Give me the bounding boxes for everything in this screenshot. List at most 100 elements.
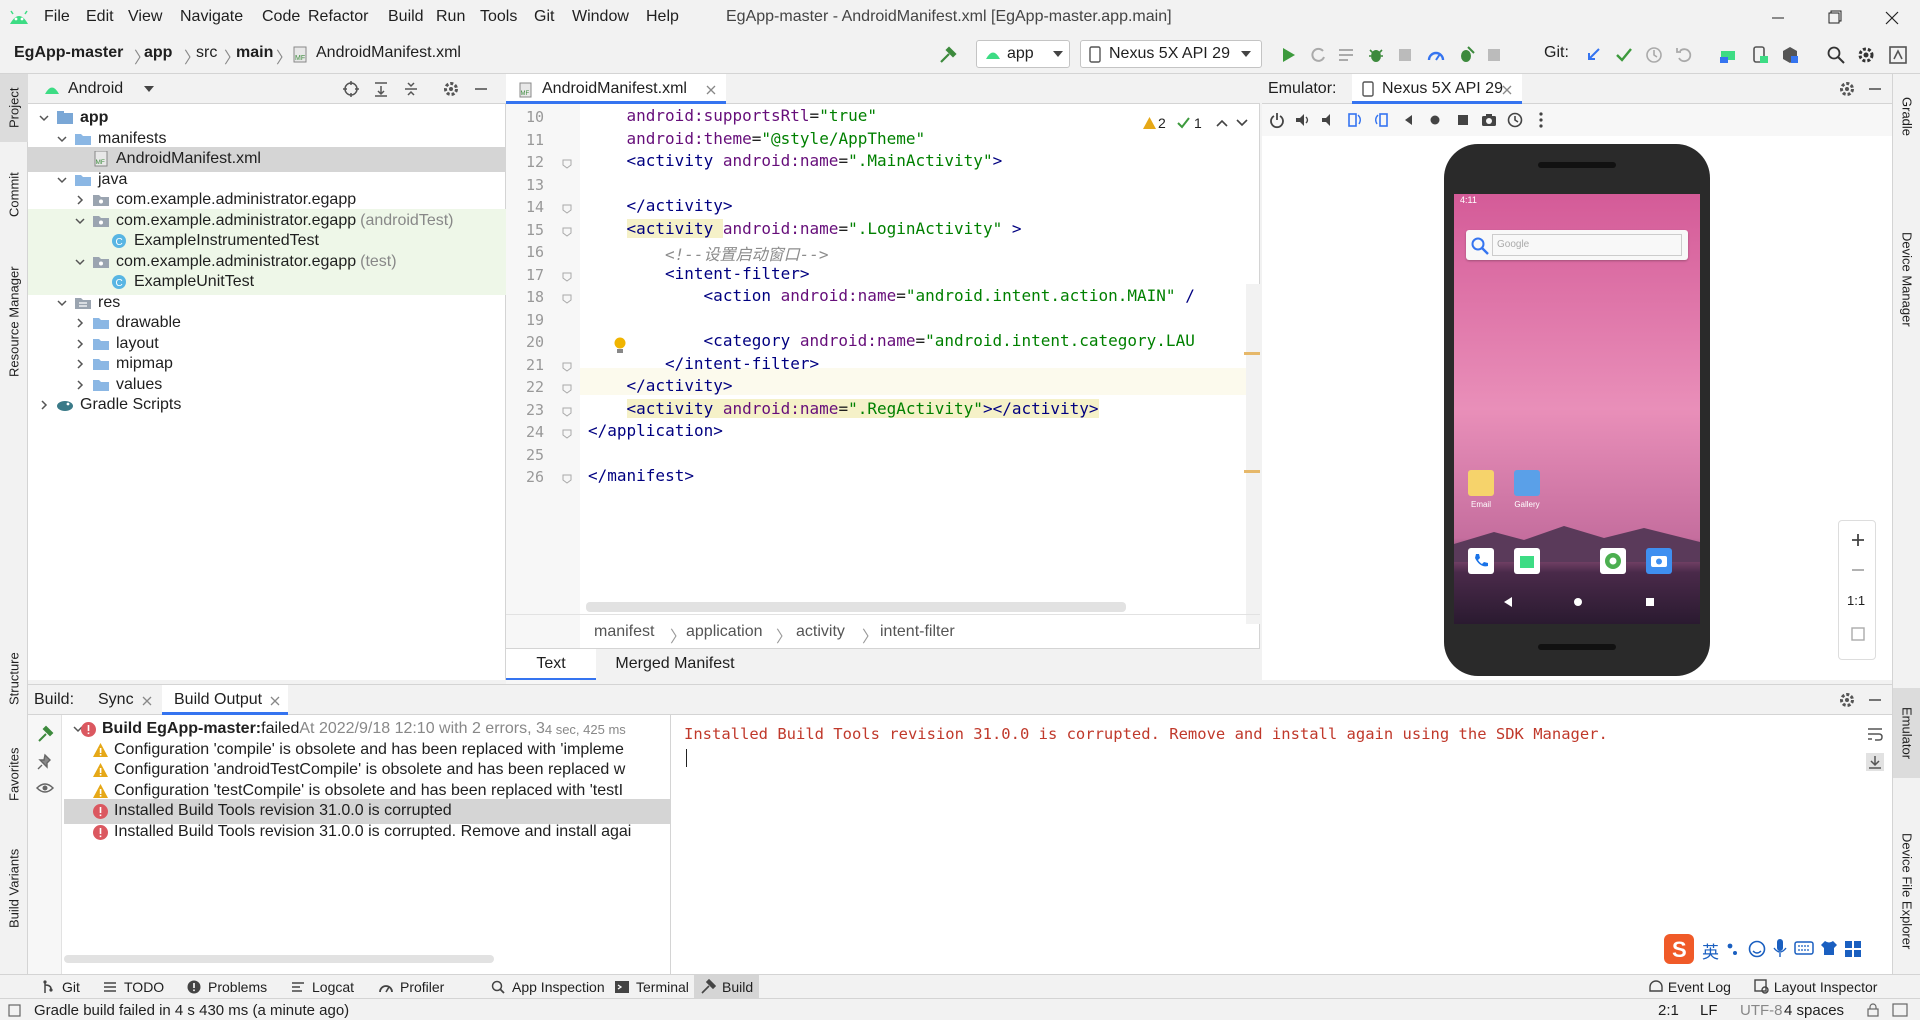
pin-icon[interactable]: [36, 753, 54, 771]
close-window-icon[interactable]: [1880, 6, 1904, 30]
horizontal-scrollbar[interactable]: [64, 955, 494, 963]
tree-row-gradle[interactable]: Gradle Scripts: [28, 393, 506, 418]
code-line[interactable]: <!--设置启动窗口-->: [665, 241, 828, 265]
breadcrumb-project[interactable]: EgApp-master: [14, 44, 123, 62]
lightbulb-icon[interactable]: [612, 336, 628, 356]
nav-home-icon[interactable]: [1572, 596, 1584, 608]
camera-app-icon[interactable]: [1646, 548, 1672, 574]
zoom-fit-icon[interactable]: [1849, 625, 1867, 643]
toggle-tool-windows-icon[interactable]: [8, 1004, 21, 1017]
chrome-app-icon[interactable]: [1600, 548, 1626, 574]
code-line[interactable]: <action android:name="android.intent.act…: [704, 286, 1195, 305]
maximize-icon[interactable]: [1822, 6, 1846, 30]
rotate-right-icon[interactable]: [1372, 111, 1390, 129]
tab-merged-manifest[interactable]: Merged Manifest: [600, 655, 750, 673]
tool-tab-build[interactable]: Build: [694, 975, 759, 998]
search-icon[interactable]: [1826, 45, 1846, 65]
chevron-down-icon[interactable]: [38, 112, 50, 124]
code-line[interactable]: </intent-filter>: [665, 354, 819, 373]
collapse-all-icon[interactable]: [402, 80, 420, 98]
back-icon[interactable]: [1400, 111, 1418, 129]
hide-panel-icon[interactable]: [472, 80, 490, 98]
phone-app-icon[interactable]: [1468, 548, 1494, 574]
zoom-in-icon[interactable]: [1849, 531, 1867, 549]
tool-tab-terminal[interactable]: Terminal: [614, 979, 689, 995]
build-hammer-icon[interactable]: [36, 725, 54, 743]
chevron-down-icon[interactable]: [56, 174, 68, 186]
zoom-out-icon[interactable]: [1849, 561, 1867, 579]
settings-gear-icon[interactable]: [442, 80, 460, 98]
soft-wrap-icon[interactable]: [1866, 725, 1884, 743]
sdk-manager-icon[interactable]: [1750, 45, 1770, 65]
git-update-icon[interactable]: [1584, 45, 1604, 65]
warning-stripe-marker[interactable]: [1244, 470, 1260, 473]
attach-process-icon[interactable]: [1456, 45, 1476, 65]
caret-position[interactable]: 2:1: [1658, 1002, 1679, 1019]
layout-inspector-tab[interactable]: Layout Inspector: [1754, 979, 1877, 995]
code-line[interactable]: android:supportsRtl="true": [627, 106, 877, 125]
ime-language-toggle[interactable]: 英: [1702, 938, 1719, 963]
inspection-widget[interactable]: 2 1: [1134, 114, 1254, 134]
xml-crumb-activity[interactable]: activity: [796, 623, 845, 641]
gallery-app-icon[interactable]: [1514, 470, 1540, 496]
hide-panel-icon[interactable]: [1866, 691, 1884, 709]
code-line[interactable]: <intent-filter>: [665, 264, 810, 283]
screenshot-camera-icon[interactable]: [1480, 111, 1498, 129]
more-options-icon[interactable]: [1532, 111, 1550, 129]
file-encoding[interactable]: UTF-8: [1740, 1002, 1783, 1019]
apply-changes-icon[interactable]: [1308, 45, 1328, 65]
volume-up-icon[interactable]: [1294, 111, 1312, 129]
event-log-tab[interactable]: Event Log: [1648, 979, 1731, 995]
xml-crumb-manifest[interactable]: manifest: [594, 623, 654, 641]
git-history-icon[interactable]: [1644, 45, 1664, 65]
chevron-right-icon[interactable]: [38, 399, 50, 411]
tab-device-file-explorer[interactable]: Device File Explorer: [1893, 808, 1920, 974]
emulator-tab-device[interactable]: Nexus 5X API 29: [1352, 74, 1522, 104]
rotate-left-icon[interactable]: [1346, 111, 1364, 129]
notifications-icon[interactable]: [1892, 1003, 1908, 1017]
next-highlight-icon[interactable]: [1236, 118, 1248, 128]
profile-icon[interactable]: [1426, 45, 1446, 65]
project-structure-icon[interactable]: [1780, 45, 1800, 65]
device-manager-icon[interactable]: [1718, 45, 1738, 65]
make-project-hammer-icon[interactable]: [938, 45, 958, 65]
menu-navigate[interactable]: Navigate: [180, 8, 243, 26]
hide-panel-icon[interactable]: [1866, 80, 1884, 98]
overview-icon[interactable]: [1454, 111, 1472, 129]
home-icon[interactable]: [1426, 111, 1444, 129]
chevron-right-icon[interactable]: [74, 317, 86, 329]
code-line[interactable]: </activity>: [627, 196, 733, 215]
minimize-icon[interactable]: [1766, 6, 1790, 30]
indent-setting[interactable]: 4 spaces: [1784, 1002, 1844, 1019]
chevron-down-icon[interactable]: [74, 215, 86, 227]
chevron-down-icon[interactable]: [56, 133, 68, 145]
email-app-icon[interactable]: [1468, 470, 1494, 496]
tool-tab-problems[interactable]: Problems: [186, 979, 267, 995]
chevron-down-icon[interactable]: [56, 297, 68, 309]
breadcrumb-src[interactable]: src: [196, 44, 217, 62]
tab-commit[interactable]: Commit: [0, 160, 28, 230]
attach-debugger-icon[interactable]: [1396, 45, 1416, 65]
tab-resource-manager[interactable]: Resource Manager: [0, 252, 28, 392]
lock-icon[interactable]: [1866, 1003, 1880, 1017]
menu-build[interactable]: Build: [388, 8, 424, 26]
code-line[interactable]: android:theme="@style/AppTheme": [627, 129, 926, 148]
debug-icon[interactable]: [1366, 45, 1386, 65]
menu-code[interactable]: Code: [262, 8, 300, 26]
previous-highlight-icon[interactable]: [1216, 118, 1228, 128]
tool-tab-todo[interactable]: TODO: [102, 979, 164, 995]
tab-device-manager[interactable]: Device Manager: [1893, 184, 1920, 374]
settings-gear-icon[interactable]: [1838, 80, 1856, 98]
locate-file-icon[interactable]: [342, 80, 360, 98]
menu-help[interactable]: Help: [646, 8, 679, 26]
menu-git[interactable]: Git: [534, 8, 554, 26]
scroll-to-end-icon[interactable]: [1866, 753, 1884, 771]
nav-back-icon[interactable]: [1502, 596, 1514, 608]
apply-code-changes-icon[interactable]: [1336, 45, 1356, 65]
run-icon[interactable]: [1278, 45, 1298, 65]
google-search-widget[interactable]: Google: [1466, 230, 1688, 260]
editor-tab-androidmanifest[interactable]: MF AndroidManifest.xml: [506, 74, 726, 104]
menu-view[interactable]: View: [128, 8, 162, 26]
menu-refactor[interactable]: Refactor: [308, 8, 368, 26]
power-icon[interactable]: [1268, 111, 1286, 129]
